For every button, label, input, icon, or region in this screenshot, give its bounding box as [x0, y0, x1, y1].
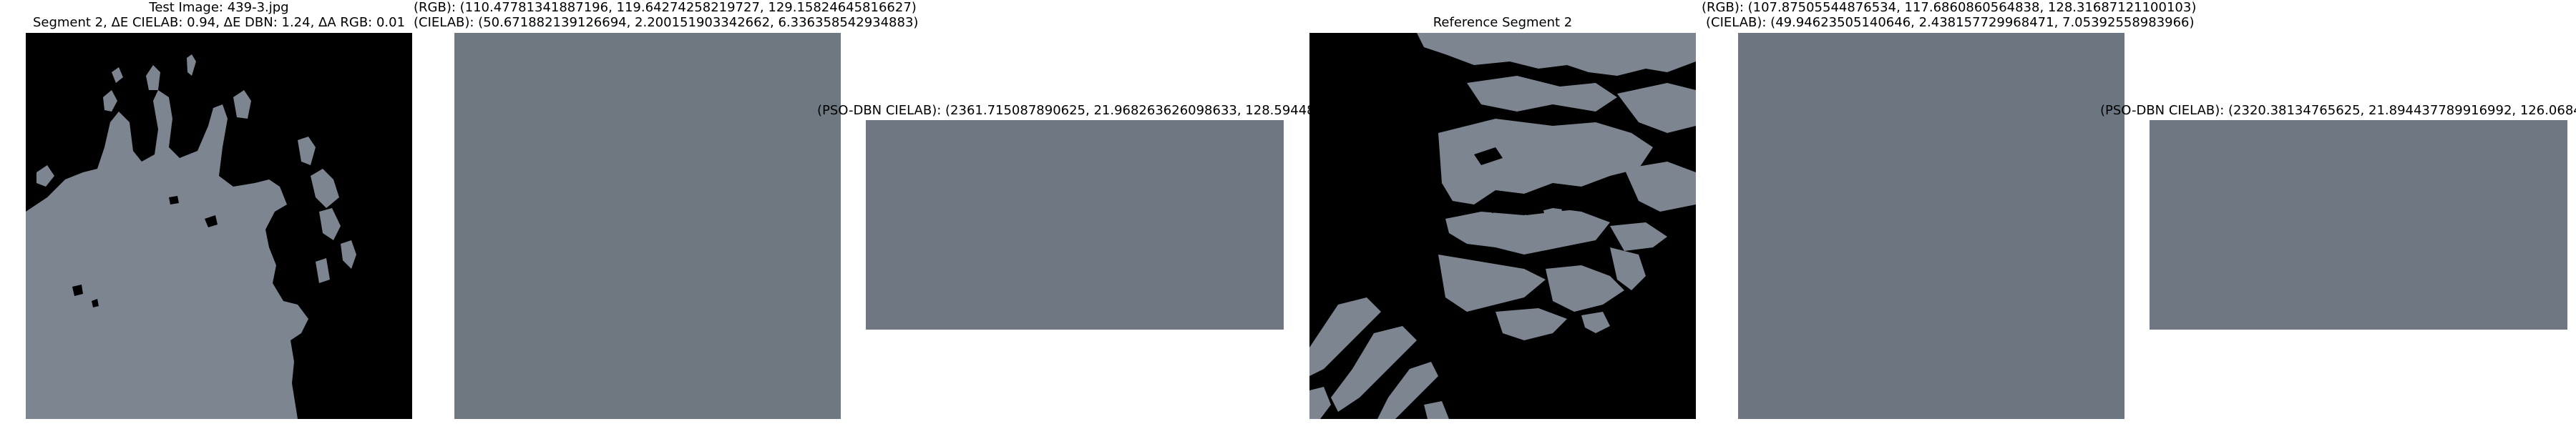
- test-segment-mask: [26, 33, 412, 419]
- test-image-title-line2: Segment 2, ΔE CIELAB: 0.94, ΔE DBN: 1.24…: [32, 15, 406, 30]
- test-rgb-label: (RGB): (110.47781341887196, 119.64274258…: [414, 0, 917, 15]
- test-segment-image: [26, 33, 412, 419]
- reference-image-title: Reference Segment 2: [1433, 15, 1573, 30]
- reference-segment-image: [1309, 33, 1696, 419]
- reference-rgb-label: (RGB): (107.87505544876534, 117.68608605…: [1702, 0, 2197, 15]
- reference-color-swatch: [1738, 33, 2124, 419]
- test-dbn-label: (PSO-DBN CIELAB): (2361.715087890625, 21…: [817, 103, 1365, 118]
- test-image-title-line1: Test Image: 439-3.jpg: [149, 0, 289, 15]
- reference-dbn-label: (PSO-DBN CIELAB): (2320.38134765625, 21.…: [2100, 103, 2576, 118]
- test-dbn-color-swatch: [866, 120, 1284, 330]
- reference-dbn-color-swatch: [2150, 120, 2567, 330]
- test-cielab-label: (CIELAB): (50.671882139126694, 2.2001519…: [414, 15, 919, 30]
- reference-cielab-label: (CIELAB): (49.94623505140646, 2.43815772…: [1706, 15, 2195, 30]
- test-color-swatch: [454, 33, 841, 419]
- reference-segment-mask: [1309, 33, 1696, 419]
